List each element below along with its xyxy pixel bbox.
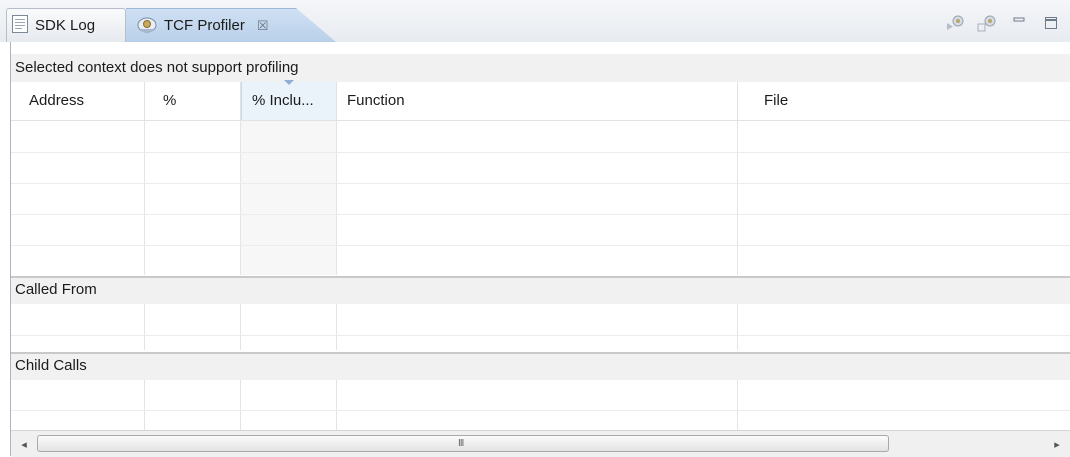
profiler-start-icon[interactable] <box>944 13 966 33</box>
close-icon[interactable]: ☒ <box>257 18 269 34</box>
tab-tcf-profiler-label: TCF Profiler <box>164 17 245 34</box>
sort-descending-icon <box>284 80 294 85</box>
status-bar: Selected context does not support profil… <box>11 54 1070 83</box>
profiler-icon <box>136 14 158 38</box>
empty-row-line <box>11 410 1070 411</box>
tab-sdk-log[interactable]: SDK Log <box>6 8 126 42</box>
profiler-configure-icon[interactable] <box>976 13 998 33</box>
called-from-label: Called From <box>15 281 97 298</box>
log-icon <box>11 14 29 38</box>
child-calls-table[interactable] <box>11 380 1070 430</box>
scrollbar-grip: III <box>458 438 464 449</box>
grid-column-sorted <box>241 121 337 275</box>
grid-column <box>145 121 241 275</box>
column-header-address[interactable]: Address <box>11 82 145 120</box>
empty-row-line <box>11 183 1070 184</box>
profiler-view: Selected context does not support profil… <box>10 42 1070 457</box>
tab-tcf-profiler[interactable]: TCF Profiler ☒ <box>126 8 336 42</box>
status-message: Selected context does not support profil… <box>15 59 299 76</box>
grid-column <box>337 304 738 350</box>
scroll-left-icon[interactable]: ◂ <box>15 435 33 453</box>
empty-row-line <box>11 335 1070 336</box>
grid-column <box>145 304 241 350</box>
child-calls-label: Child Calls <box>15 357 87 374</box>
view-toolbar <box>944 12 1062 34</box>
scroll-right-icon[interactable]: ▸ <box>1048 435 1066 453</box>
grid-column <box>145 380 241 430</box>
grid-column <box>337 380 738 430</box>
grid-column <box>11 380 145 430</box>
profiler-table-body[interactable] <box>11 121 1070 275</box>
view-tab-bar: SDK Log TCF Profiler ☒ <box>0 0 1070 42</box>
minimize-icon[interactable] <box>1008 13 1030 33</box>
column-header-percent-inclusive-label: % Inclu... <box>252 92 314 109</box>
called-from-header: Called From <box>11 276 1070 304</box>
maximize-icon[interactable] <box>1040 13 1062 33</box>
column-header-file[interactable]: File <box>738 82 1070 120</box>
tab-sdk-log-label: SDK Log <box>35 17 96 34</box>
grid-column <box>241 304 337 350</box>
grid-column <box>11 121 145 275</box>
grid-column <box>241 380 337 430</box>
empty-row-line <box>11 214 1070 215</box>
column-header-function[interactable]: Function <box>337 82 738 120</box>
called-from-table[interactable] <box>11 304 1070 350</box>
empty-row-line <box>11 245 1070 246</box>
column-header-percent-inclusive[interactable]: % Inclu... <box>241 80 337 120</box>
table-header: Address % % Inclu... Function File <box>11 80 1070 121</box>
child-calls-header: Child Calls <box>11 352 1070 380</box>
grid-column <box>337 121 738 275</box>
column-header-percent[interactable]: % <box>145 82 241 120</box>
scrollbar-thumb[interactable]: III <box>37 435 889 452</box>
grid-column <box>11 304 145 350</box>
empty-row-line <box>11 152 1070 153</box>
horizontal-scrollbar[interactable]: ◂ III ▸ <box>11 430 1070 457</box>
